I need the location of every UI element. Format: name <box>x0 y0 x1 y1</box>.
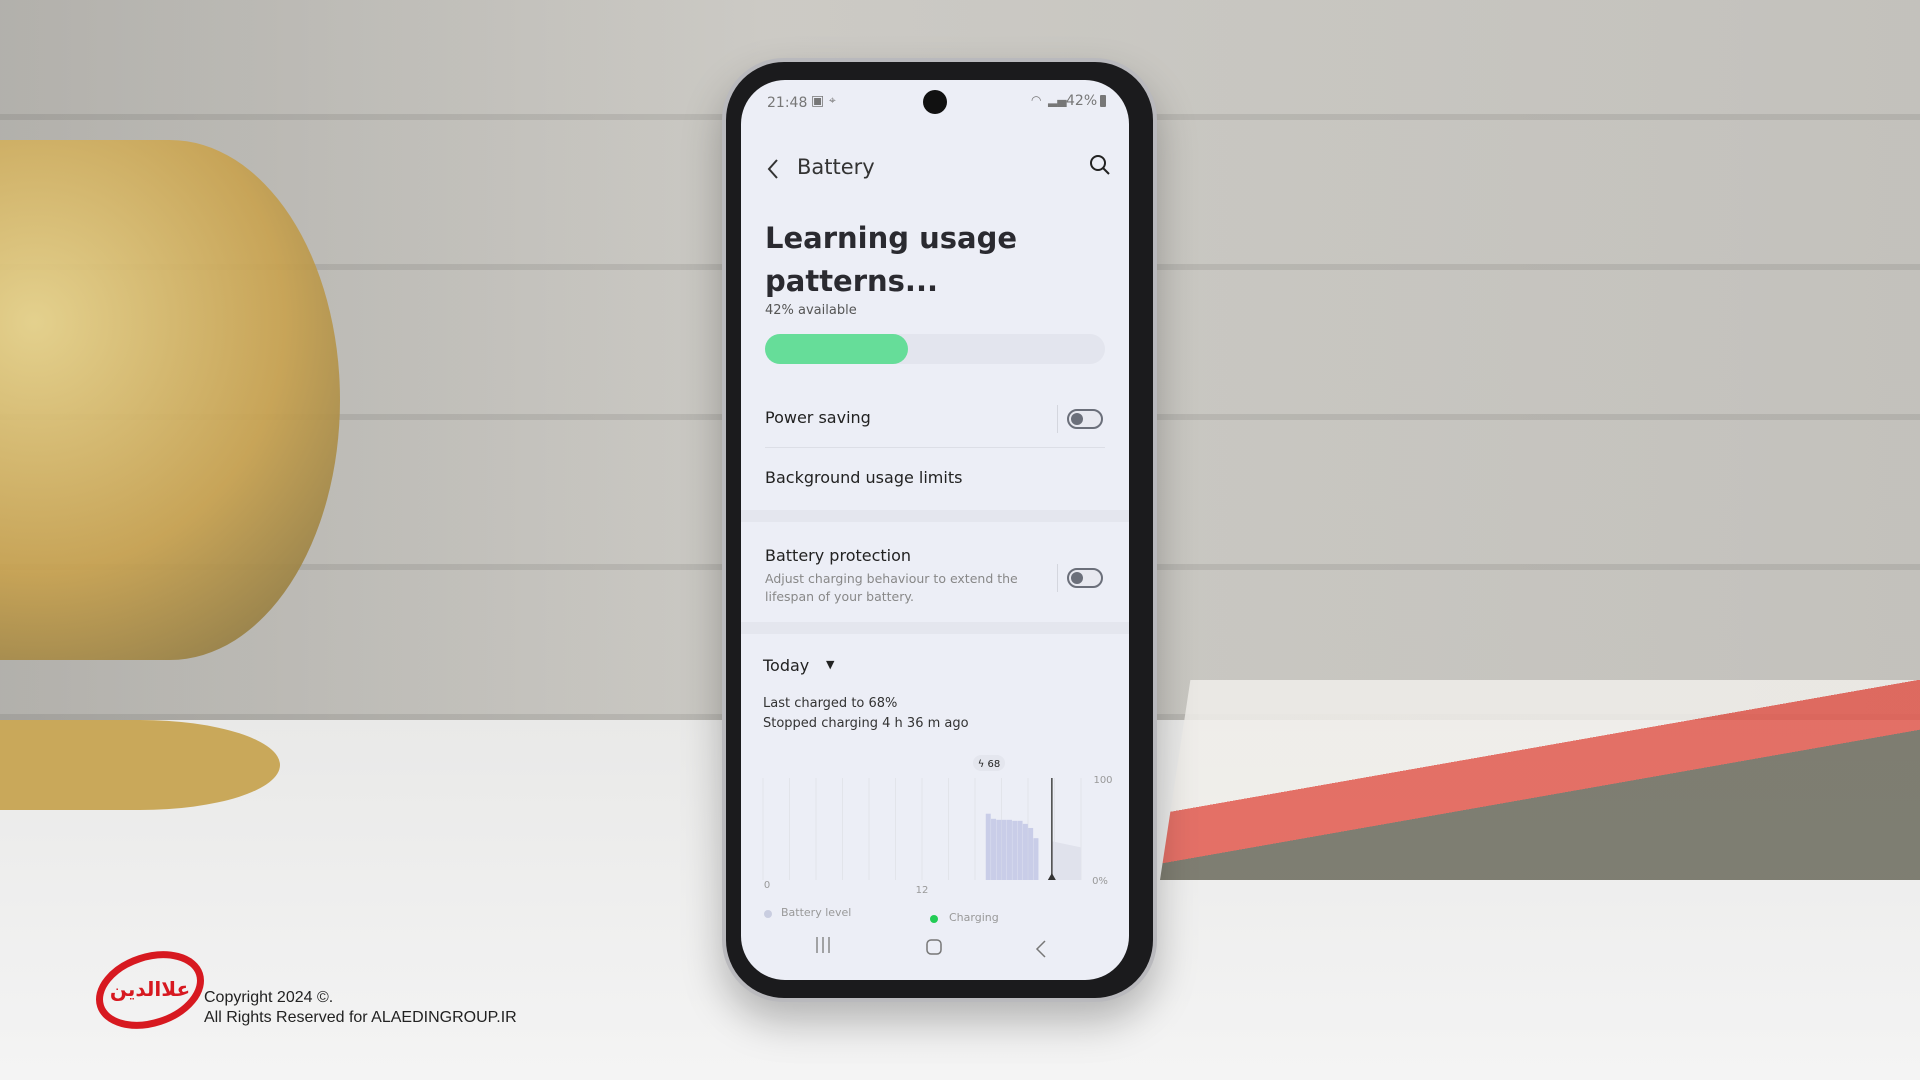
battery-protection-row[interactable]: Battery protection Adjust charging behav… <box>741 538 1129 618</box>
battery-bar <box>1006 819 1012 880</box>
location-icon: ⌖ <box>829 93 836 107</box>
dropdown-arrow-icon: ▼ <box>826 658 835 671</box>
battery-protection-desc-1: Adjust charging behaviour to extend the <box>765 571 1018 586</box>
copyright-line2: All Rights Reserved for ALAEDINGROUP.IR <box>204 1009 517 1026</box>
chevron-left-icon[interactable] <box>765 158 781 180</box>
battery-protection-toggle[interactable] <box>1067 568 1103 588</box>
gallery-icon: ▣ <box>811 93 825 109</box>
x-tick-label: 0 <box>764 880 770 891</box>
legend-battery-level: Battery level <box>781 906 852 919</box>
charge-badge-label: ϟ 68 <box>978 759 1001 770</box>
globe-stand <box>0 720 280 810</box>
power-saving-toggle[interactable] <box>1067 409 1103 429</box>
last-charged: Last charged to 68% <box>763 696 898 711</box>
stopped-charging: Stopped charging 4 h 36 m ago <box>763 716 969 731</box>
battery-icon <box>1100 95 1106 107</box>
y-tick-label: 0% <box>1092 876 1108 887</box>
background-usage-limits-row[interactable]: Background usage limits <box>741 456 1129 502</box>
battery-available: 42% available <box>765 303 857 318</box>
y-tick-label: 100 <box>1093 775 1112 786</box>
battery-bar <box>1033 838 1039 880</box>
x-tick-label: 12 <box>916 885 929 896</box>
open-book <box>1160 680 1920 880</box>
home-icon[interactable] <box>925 938 943 956</box>
battery-protection-desc-2: lifespan of your battery. <box>765 589 914 604</box>
recents-icon[interactable] <box>814 935 832 955</box>
predicted-area <box>1051 841 1081 880</box>
battery-bar <box>991 818 997 880</box>
legend-dot-battery-level <box>764 910 772 918</box>
battery-bar <box>1022 823 1028 880</box>
battery-level-fill <box>765 334 908 364</box>
battery-usage-chart: ϟ 68 100 0% 0 12 <box>762 755 1113 896</box>
wifi-icon: ◠ <box>1031 93 1042 107</box>
legend-dot-charging <box>930 915 938 923</box>
copyright: Copyright 2024 ©. All Rights Reserved fo… <box>204 988 517 1028</box>
front-camera <box>923 90 947 114</box>
status-title-line2: patterns... <box>765 264 938 298</box>
back-icon[interactable] <box>1034 939 1048 959</box>
section-gap <box>741 622 1129 634</box>
power-saving-row[interactable]: Power saving <box>741 396 1129 442</box>
divider <box>765 447 1105 448</box>
page-title: Battery <box>797 155 875 179</box>
divider <box>1057 405 1058 433</box>
period-label: Today <box>763 656 810 675</box>
battery-level-bar <box>765 334 1105 364</box>
battery-bar <box>1012 820 1018 880</box>
battery-bar <box>985 813 991 880</box>
battery-bar <box>1017 820 1023 880</box>
battery-bar <box>1028 827 1034 880</box>
signal-icon: ▂▄ <box>1048 93 1067 107</box>
copyright-line1: Copyright 2024 ©. <box>204 989 334 1006</box>
battery-bar <box>996 819 1002 880</box>
battery-bar <box>1001 819 1007 880</box>
svg-text:علاالدین: علاالدین <box>110 977 190 1001</box>
period-dropdown[interactable]: Today ▼ <box>763 656 853 682</box>
alaedin-logo: علاالدین <box>96 951 204 1029</box>
legend-charging: Charging <box>949 911 999 924</box>
status-title-line1: Learning usage <box>765 221 1018 255</box>
globe <box>0 140 340 660</box>
phone-screen: 21:48 ▣ ⌖ ◠ ▂▄ 42% Battery Learning usag… <box>741 80 1129 980</box>
status-time: 21:48 <box>767 95 808 111</box>
background-usage-limits-label: Background usage limits <box>765 468 963 487</box>
battery-percent: 42% <box>1066 93 1098 109</box>
power-saving-label: Power saving <box>765 408 871 427</box>
divider <box>1057 564 1058 592</box>
battery-protection-label: Battery protection <box>765 546 912 565</box>
section-gap <box>741 510 1129 522</box>
search-icon[interactable] <box>1089 154 1111 176</box>
